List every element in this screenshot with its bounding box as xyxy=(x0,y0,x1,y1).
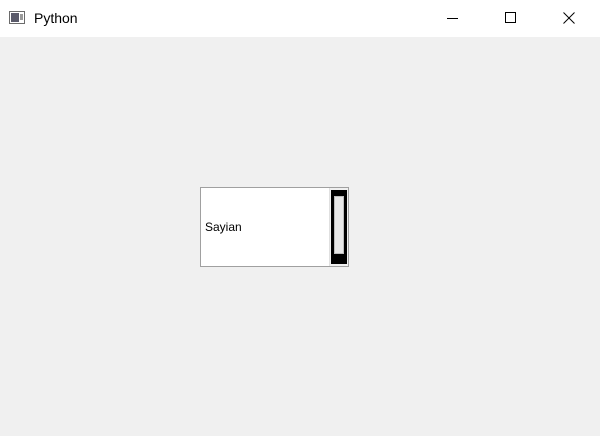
minimize-button[interactable] xyxy=(424,0,482,36)
application-window: Python Sayian xyxy=(0,0,600,436)
listbox-widget[interactable]: Sayian xyxy=(200,187,349,267)
maximize-button[interactable] xyxy=(482,0,540,36)
close-button[interactable] xyxy=(540,0,598,36)
listbox-item[interactable]: Sayian xyxy=(205,220,242,234)
scrollbar-track[interactable] xyxy=(331,190,347,264)
vertical-scrollbar[interactable] xyxy=(329,188,348,266)
minimize-icon xyxy=(447,18,458,19)
maximize-icon xyxy=(505,12,516,23)
close-icon xyxy=(563,12,575,24)
title-bar[interactable]: Python xyxy=(0,0,600,37)
app-window-icon xyxy=(9,11,25,24)
scrollbar-thumb[interactable] xyxy=(334,196,344,254)
window-title: Python xyxy=(34,10,78,26)
